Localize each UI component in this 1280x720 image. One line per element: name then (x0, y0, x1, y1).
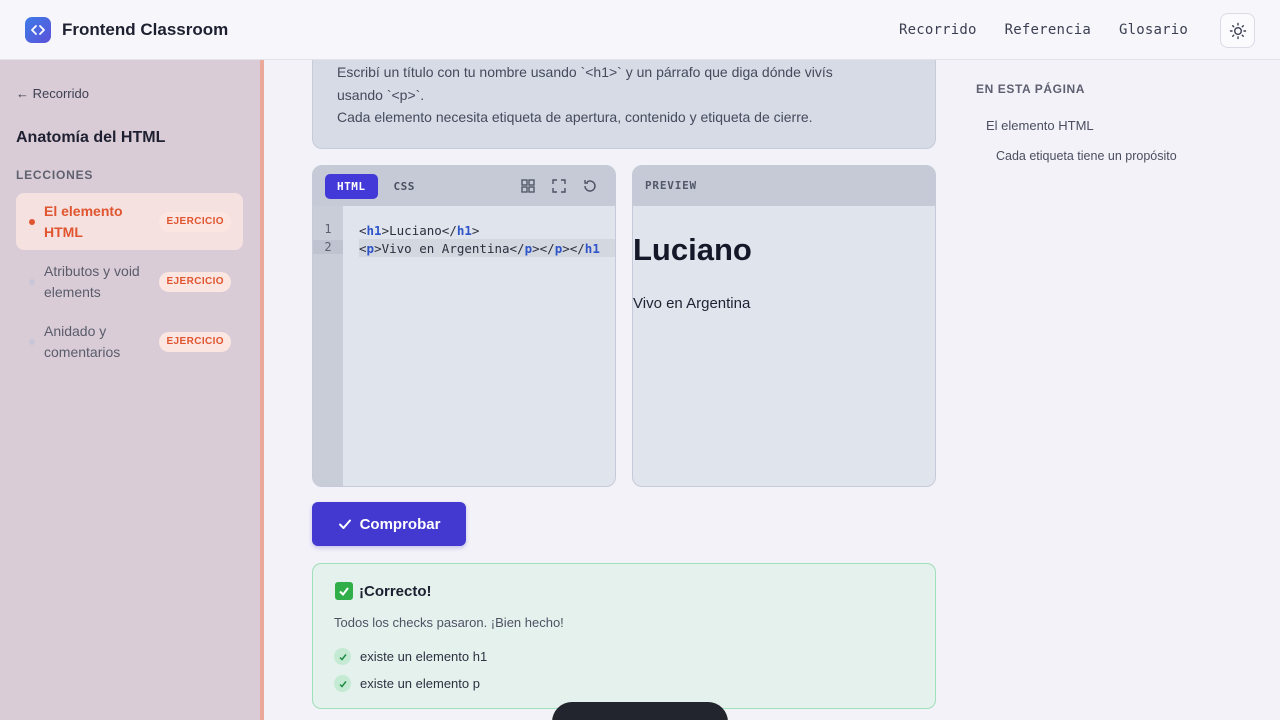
exercise-badge: EJERCICIO (159, 212, 231, 232)
check-item-text: existe un elemento h1 (360, 649, 488, 664)
check-pass-icon (334, 648, 351, 665)
lesson-dot-icon (29, 278, 35, 285)
check-item-text: existe un elemento p (360, 676, 480, 691)
check-pass-icon (334, 675, 351, 692)
lesson-label: Atributos y void elements (44, 262, 140, 300)
section-title: Anatomía del HTML (16, 129, 166, 146)
lesson-dot-icon (29, 338, 35, 345)
line-number: 2 (313, 240, 343, 254)
code-line-2[interactable]: <p>Vivo en Argentina</p></p></h1 (359, 241, 600, 256)
code-area[interactable]: <h1>Luciano</h1> <p>Vivo en Argentina</p… (343, 206, 615, 486)
sun-icon (1229, 22, 1246, 39)
lesson-label: El elemento HTML (44, 202, 123, 240)
sidebar-item-atributos[interactable]: Atributos y void elements EJERCICIO (16, 253, 243, 310)
sidebar-item-el-elemento-html[interactable]: El elemento HTML EJERCICIO (16, 193, 243, 250)
result-title-text: ¡Correcto! (359, 582, 432, 600)
preview-heading: Luciano (633, 232, 752, 267)
editor-toolbar: HTML CSS (313, 166, 615, 206)
instructions-line-2: usando `<p>`. (337, 86, 425, 103)
sidebar: ← Recorrido Anatomía del HTML LECCIONES … (0, 60, 264, 720)
check-mark-icon (335, 582, 353, 600)
check-item: existe un elemento p (334, 675, 480, 692)
nav-glosario[interactable]: Glosario (1119, 22, 1188, 38)
exercise-badge: EJERCICIO (159, 332, 231, 352)
grid-layout-icon[interactable] (519, 177, 537, 195)
lessons-label: LECCIONES (16, 168, 94, 182)
code-line-1[interactable]: <h1>Luciano</h1> (359, 223, 479, 238)
code-editor: HTML CSS 1 2 <h1>Luciano</h1> <p>Vivo en… (312, 165, 616, 487)
nav-recorrido[interactable]: Recorrido (899, 22, 977, 38)
reset-icon[interactable] (581, 177, 599, 195)
toc-label: EN ESTA PÁGINA (976, 82, 1086, 96)
instructions-line-3: Cada elemento necesita etiqueta de apert… (337, 109, 813, 125)
line-number: 1 (324, 222, 332, 236)
code-brackets-icon (25, 16, 51, 43)
instructions-line-1: Escribí un título con tu nombre usando `… (337, 64, 833, 80)
result-message: Todos los checks pasaron. ¡Bien hecho! (334, 615, 564, 630)
tab-css[interactable]: CSS (382, 174, 427, 199)
sidebar-item-anidado[interactable]: Anidado y comentarios EJERCICIO (16, 313, 243, 370)
preview-pane: PREVIEW Luciano Vivo en Argentina (632, 165, 936, 487)
toc-item-el-elemento-html[interactable]: El elemento HTML (986, 118, 1094, 133)
check-button[interactable]: Comprobar (312, 502, 466, 546)
exercise-badge: EJERCICIO (159, 272, 231, 292)
brand-link[interactable]: Frontend Classroom (25, 16, 229, 43)
toc-item-cada-etiqueta[interactable]: Cada etiqueta tiene un propósito (996, 149, 1177, 163)
main-nav: Recorrido Referencia Glosario (899, 22, 1188, 38)
nav-referencia[interactable]: Referencia (1005, 22, 1091, 38)
preview-label: PREVIEW (633, 166, 935, 206)
back-link[interactable]: ← Recorrido (16, 86, 89, 101)
lesson-dot-icon (29, 218, 35, 225)
preview-paragraph: Vivo en Argentina (633, 295, 751, 312)
floating-toolbar[interactable] (552, 702, 728, 720)
line-gutter: 1 2 (313, 206, 343, 486)
check-item: existe un elemento h1 (334, 648, 487, 665)
fullscreen-icon[interactable] (550, 177, 568, 195)
check-button-label: Comprobar (359, 515, 441, 533)
result-title: ¡Correcto! (335, 582, 432, 600)
checkmark-icon (338, 519, 351, 529)
theme-toggle-button[interactable] (1220, 13, 1255, 48)
tab-html[interactable]: HTML (325, 173, 378, 199)
result-panel: ¡Correcto! Todos los checks pasaron. ¡Bi… (312, 563, 936, 709)
brand-name: Frontend Classroom (62, 19, 229, 39)
lesson-label: Anidado y comentarios (44, 322, 121, 360)
top-header: Frontend Classroom Recorrido Referencia … (0, 0, 1280, 60)
instructions-text: Escribí un título con tu nombre usando `… (337, 61, 917, 129)
